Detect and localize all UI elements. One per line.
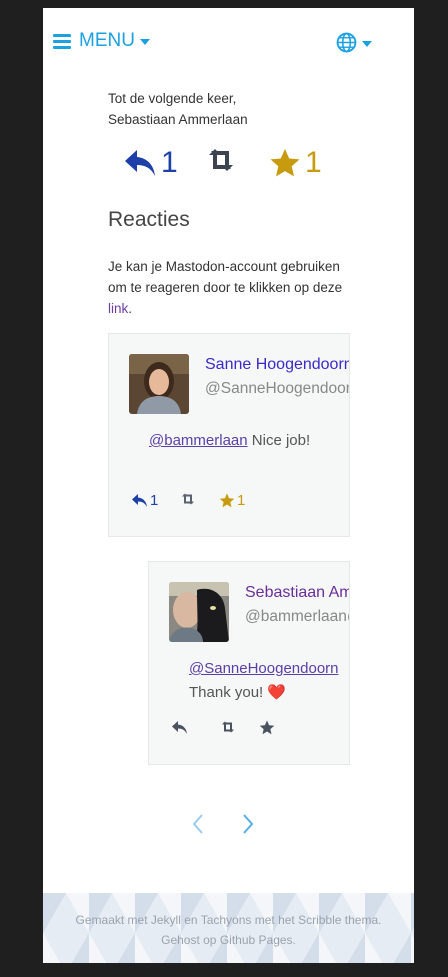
scribble-link[interactable]: Scribble — [298, 913, 341, 927]
globe-icon — [336, 32, 357, 53]
avatar-image — [129, 354, 189, 414]
mention-link[interactable]: @SanneHoogendoorn — [189, 660, 339, 677]
star-icon — [259, 720, 275, 735]
hamburger-icon — [53, 33, 71, 49]
language-button[interactable] — [336, 32, 372, 53]
star-icon — [219, 493, 235, 508]
mention-link[interactable]: @bammerlaan — [149, 432, 248, 449]
reply-icon — [125, 150, 155, 176]
reactions-text: Je kan je Mastodon-account gebruiken om … — [108, 259, 343, 295]
boost-icon — [222, 721, 234, 733]
reactions-link[interactable]: link — [108, 301, 128, 316]
top-navigation: MENU — [43, 30, 414, 60]
comment-body: Thank you! ❤️ — [189, 684, 287, 701]
boost-icon — [182, 493, 194, 505]
menu-button[interactable]: MENU — [53, 30, 150, 52]
comment-boost-button[interactable] — [219, 720, 239, 734]
reply-icon — [172, 721, 187, 734]
comment-reply-count: 1 — [150, 492, 159, 509]
next-page-button[interactable] — [241, 813, 255, 840]
comment-favourite-count: 1 — [237, 492, 246, 509]
reactions-description: Je kan je Mastodon-account gebruiken om … — [108, 256, 358, 319]
github-pages-link[interactable]: Github Pages — [220, 933, 293, 947]
footer-line-2: Gehost op Github Pages. — [161, 933, 296, 947]
comment-author-name[interactable]: Sanne Hoogendoorn — [205, 356, 349, 374]
star-icon — [270, 149, 300, 177]
comment-favourite-button[interactable]: 1 — [219, 492, 245, 509]
pagination — [191, 813, 271, 843]
post-reply-count: 1 — [161, 146, 178, 179]
jekyll-link[interactable]: Jekyll — [151, 913, 181, 927]
previous-page-button[interactable] — [191, 813, 205, 840]
boost-icon — [209, 149, 233, 171]
caret-down-icon — [362, 40, 372, 47]
comment-reply-button[interactable]: 1 — [131, 492, 158, 509]
footer-line-1: Gemaakt met Jekyll en Tachyons met het S… — [75, 913, 382, 927]
post-favourite-stat[interactable]: 1 — [269, 146, 322, 180]
comment-author-name[interactable]: Sebastiaan Ammerlaan — [245, 584, 349, 602]
reactions-title: Reacties — [108, 208, 190, 231]
page: MENU Tot de volgende keer, Sebastiaan Am… — [43, 8, 414, 963]
avatar[interactable] — [129, 354, 189, 414]
chevron-left-icon — [192, 814, 203, 834]
signoff-author: Sebastiaan Ammerlaan — [108, 112, 248, 127]
tachyons-link[interactable]: Tachyons — [201, 913, 252, 927]
comment-card: Sebastiaan Ammerlaan @bammerlaan@mastodo… — [148, 561, 350, 765]
footer: Gemaakt met Jekyll en Tachyons met het S… — [43, 893, 414, 963]
menu-label: MENU — [79, 30, 135, 51]
post-boost-stat[interactable] — [203, 146, 243, 174]
comment-favourite-button[interactable] — [259, 720, 277, 735]
comment-text: @SanneHoogendoorn Thank you! ❤️ — [189, 657, 349, 705]
caret-down-icon — [139, 39, 150, 45]
reply-icon — [132, 494, 147, 507]
comment-author-handle: @bammerlaan@mastodon.social — [245, 608, 349, 625]
post-reply-stat[interactable]: 1 — [123, 146, 178, 180]
signoff-greeting: Tot de volgende keer, — [108, 91, 237, 106]
comment-text: @bammerlaan Nice job! — [149, 429, 319, 453]
comment-author-handle: @SanneHoogendoorn@mastodon.social — [205, 380, 350, 397]
comment-body: Nice job! — [247, 432, 311, 449]
comment-reply-button[interactable] — [171, 720, 190, 735]
comment-card: Sanne Hoogendoorn @SanneHoogendoorn@mast… — [108, 333, 350, 537]
comment-boost-button[interactable] — [179, 492, 199, 506]
reactions-text-end: . — [128, 301, 133, 316]
avatar[interactable] — [169, 582, 229, 642]
post-favourite-count: 1 — [305, 146, 322, 179]
avatar-image — [169, 582, 229, 642]
post-signoff: Tot de volgende keer, Sebastiaan Ammerla… — [108, 88, 358, 130]
post-stats: 1 1 — [123, 146, 373, 186]
chevron-right-icon — [243, 814, 254, 834]
